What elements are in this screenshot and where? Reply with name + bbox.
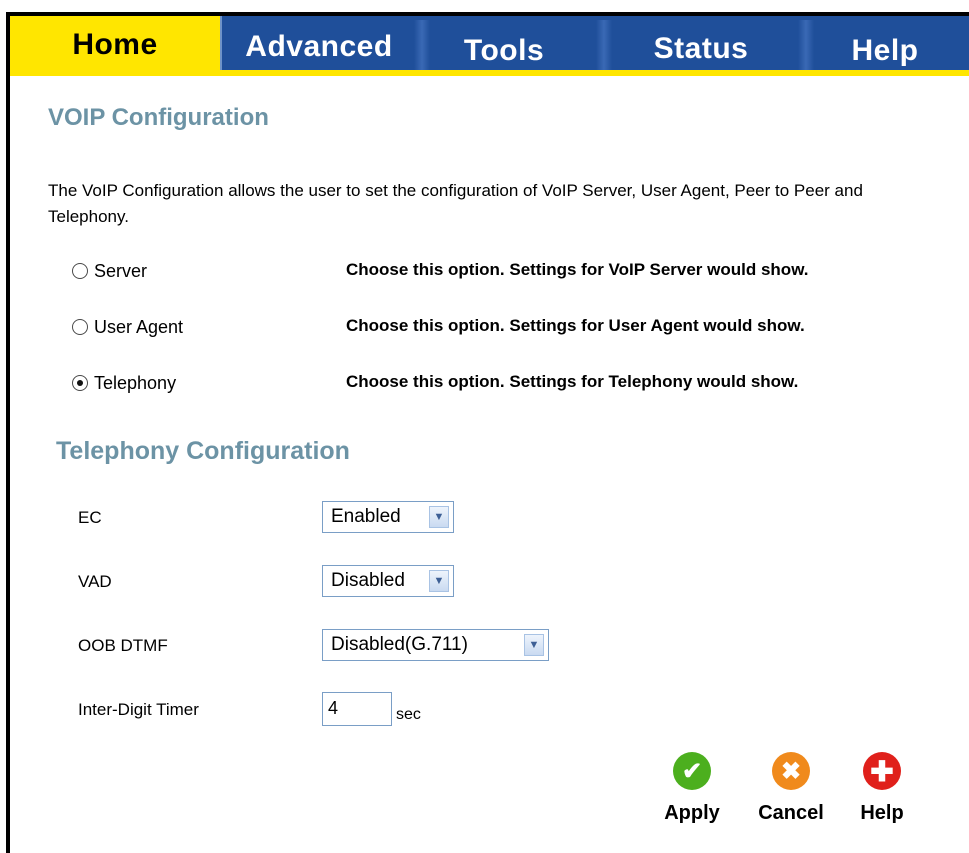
vad-select[interactable]: Disabled ▼ [322,565,454,597]
option-user-agent-note: Choose this option. Settings for User Ag… [346,316,805,335]
oob-dtmf-select-value: Disabled(G.711) [331,634,468,655]
vad-select-value: Disabled [331,570,405,591]
option-user-agent[interactable]: User Agent [72,315,183,339]
telephony-radio[interactable] [72,375,88,391]
tab-advanced-label: Advanced [245,30,393,63]
plus-icon[interactable]: ✚ [863,752,901,790]
cancel-label: Cancel [758,802,824,824]
help-button[interactable]: ✚ Help [842,752,922,825]
user-agent-radio[interactable] [72,319,88,335]
tab-underline [10,70,969,76]
tab-bar: Home Advanced Tools Status Help [10,16,969,76]
tab-tools-label: Tools [463,34,545,67]
tab-tools[interactable]: Tools [414,16,594,76]
option-telephony-label: Telephony [94,372,177,393]
page-description: The VoIP Configuration allows the user t… [48,181,863,226]
inter-digit-timer-input[interactable]: 4 [322,692,392,726]
ec-select-value: Enabled [331,506,401,527]
chevron-down-icon[interactable]: ▼ [429,506,449,528]
tab-help-label: Help [851,34,919,67]
oob-dtmf-select[interactable]: Disabled(G.711) ▼ [322,629,549,661]
vad-label: VAD [78,572,112,591]
option-telephony-note: Choose this option. Settings for Telepho… [346,372,799,391]
tab-home-label: Home [72,28,158,61]
option-user-agent-label: User Agent [94,316,184,337]
window-frame [6,12,969,853]
apply-label: Apply [664,802,720,824]
tab-home[interactable]: Home [10,16,222,76]
oob-dtmf-label: OOB DTMF [78,636,168,655]
check-icon[interactable]: ✔ [673,752,711,790]
tab-help[interactable]: Help [810,16,960,76]
inter-digit-timer-label: Inter-Digit Timer [78,700,199,719]
timer-unit: sec [396,706,421,723]
page-title: VOIP Configuration [48,104,269,131]
cancel-button[interactable]: ✖ Cancel [751,752,831,825]
apply-button[interactable]: ✔ Apply [652,752,732,825]
option-telephony[interactable]: Telephony [72,371,176,395]
ec-select[interactable]: Enabled ▼ [322,501,454,533]
option-server-note: Choose this option. Settings for VoIP Se… [346,260,809,279]
tab-status[interactable]: Status [606,16,796,76]
radio-selected-dot [77,380,83,386]
chevron-down-icon[interactable]: ▼ [429,570,449,592]
tab-status-label: Status [653,32,749,65]
x-icon[interactable]: ✖ [772,752,810,790]
option-server-label: Server [94,260,148,281]
tab-advanced[interactable]: Advanced [224,16,414,76]
ec-label: EC [78,508,102,527]
chevron-down-icon[interactable]: ▼ [524,634,544,656]
section-title: Telephony Configuration [56,437,350,465]
help-label: Help [860,802,904,824]
option-server[interactable]: Server [72,259,147,283]
server-radio[interactable] [72,263,88,279]
